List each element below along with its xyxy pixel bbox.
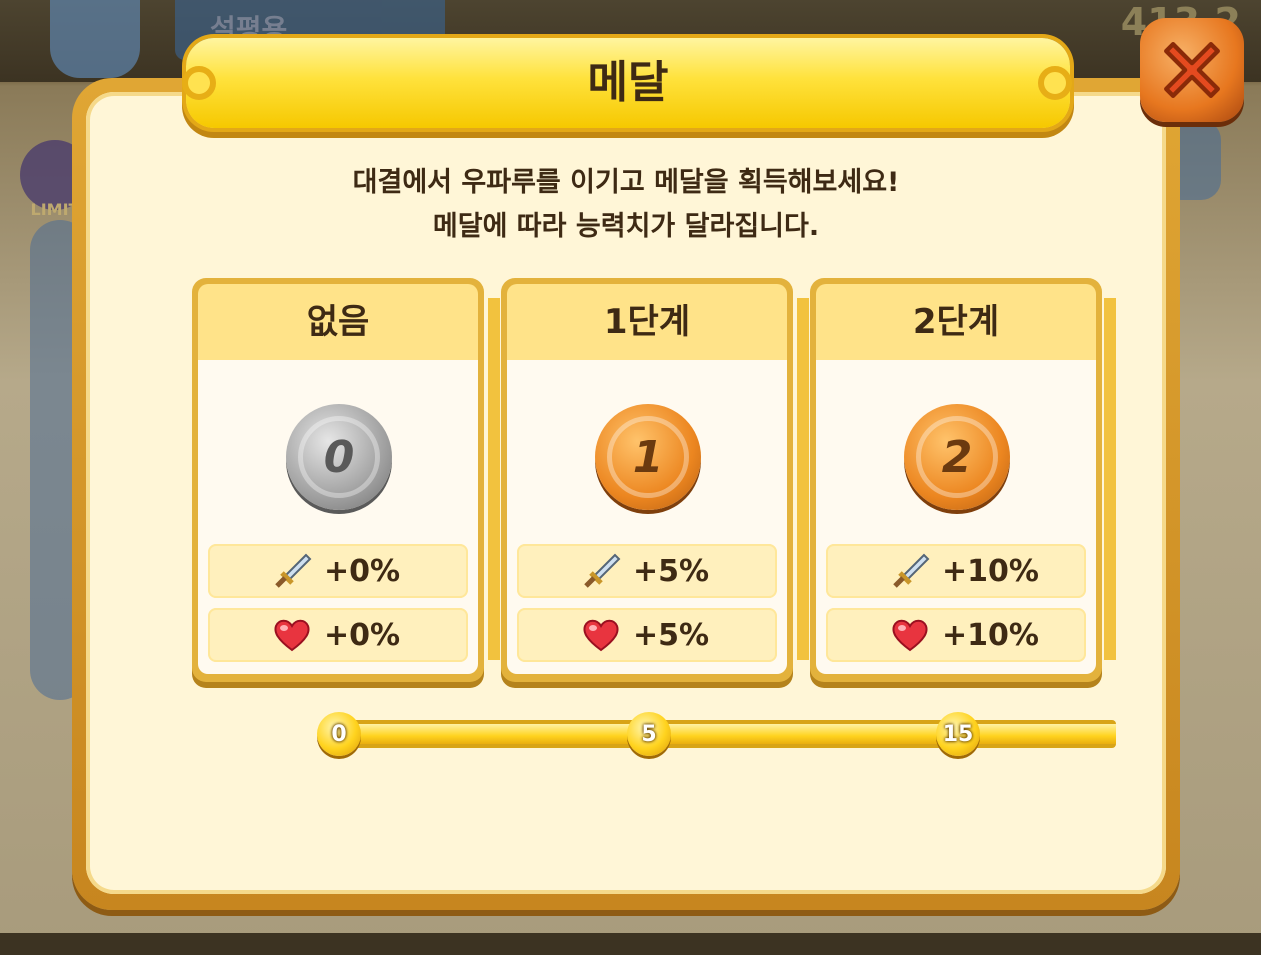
attack-bonus-row: +0%	[208, 544, 468, 598]
column-connector	[1104, 298, 1116, 660]
heart-icon	[579, 615, 623, 655]
column-connector	[797, 298, 809, 660]
description-line-2: 메달에 따라 능력치가 달라집니다.	[432, 211, 820, 242]
attack-bonus-value: +0%	[324, 553, 401, 589]
bronze-medal-icon: 1	[595, 404, 701, 510]
attack-bonus-row: +10%	[826, 544, 1086, 598]
background-bottom-bar	[0, 933, 1261, 955]
close-x-icon	[1164, 42, 1220, 98]
health-bonus-row: +5%	[517, 608, 777, 662]
milestone-node: 5	[627, 712, 671, 756]
column-connector	[488, 298, 500, 660]
health-bonus-value: +0%	[324, 617, 401, 653]
level-card-body: 2 +10% +10%	[816, 360, 1096, 674]
silver-medal-icon: 0	[286, 404, 392, 510]
heart-icon	[270, 615, 314, 655]
close-button[interactable]	[1140, 18, 1244, 122]
sword-icon	[579, 551, 623, 591]
level-name: 2단계	[816, 284, 1096, 360]
sword-icon	[270, 551, 314, 591]
medal-level-card: 2단계 2 +10% +10%	[810, 278, 1102, 682]
health-bonus-row: +10%	[826, 608, 1086, 662]
medal-level-card: 없음 0 +0% +0%	[192, 278, 484, 682]
milestone-track-fill	[330, 724, 1116, 744]
sword-icon	[888, 551, 932, 591]
health-bonus-value: +10%	[942, 617, 1039, 653]
health-bonus-value: +5%	[633, 617, 710, 653]
bronze-medal-icon: 2	[904, 404, 1010, 510]
description-line-1: 대결에서 우파루를 이기고 메달을 획득해보세요!	[352, 167, 900, 198]
dialog-title: 메달	[587, 57, 669, 108]
level-name: 1단계	[507, 284, 787, 360]
medal-level-card: 1단계 1 +5% +5%	[501, 278, 793, 682]
heart-icon	[888, 615, 932, 655]
background-wave-icon	[50, 0, 140, 78]
attack-bonus-value: +10%	[942, 553, 1039, 589]
milestone-node: 15	[936, 712, 980, 756]
attack-bonus-value: +5%	[633, 553, 710, 589]
milestone-node: 0	[317, 712, 361, 756]
attack-bonus-row: +5%	[517, 544, 777, 598]
health-bonus-row: +0%	[208, 608, 468, 662]
level-card-body: 0 +0% +0%	[198, 360, 478, 674]
level-card-body: 1 +5% +5%	[507, 360, 787, 674]
level-name: 없음	[198, 284, 478, 360]
